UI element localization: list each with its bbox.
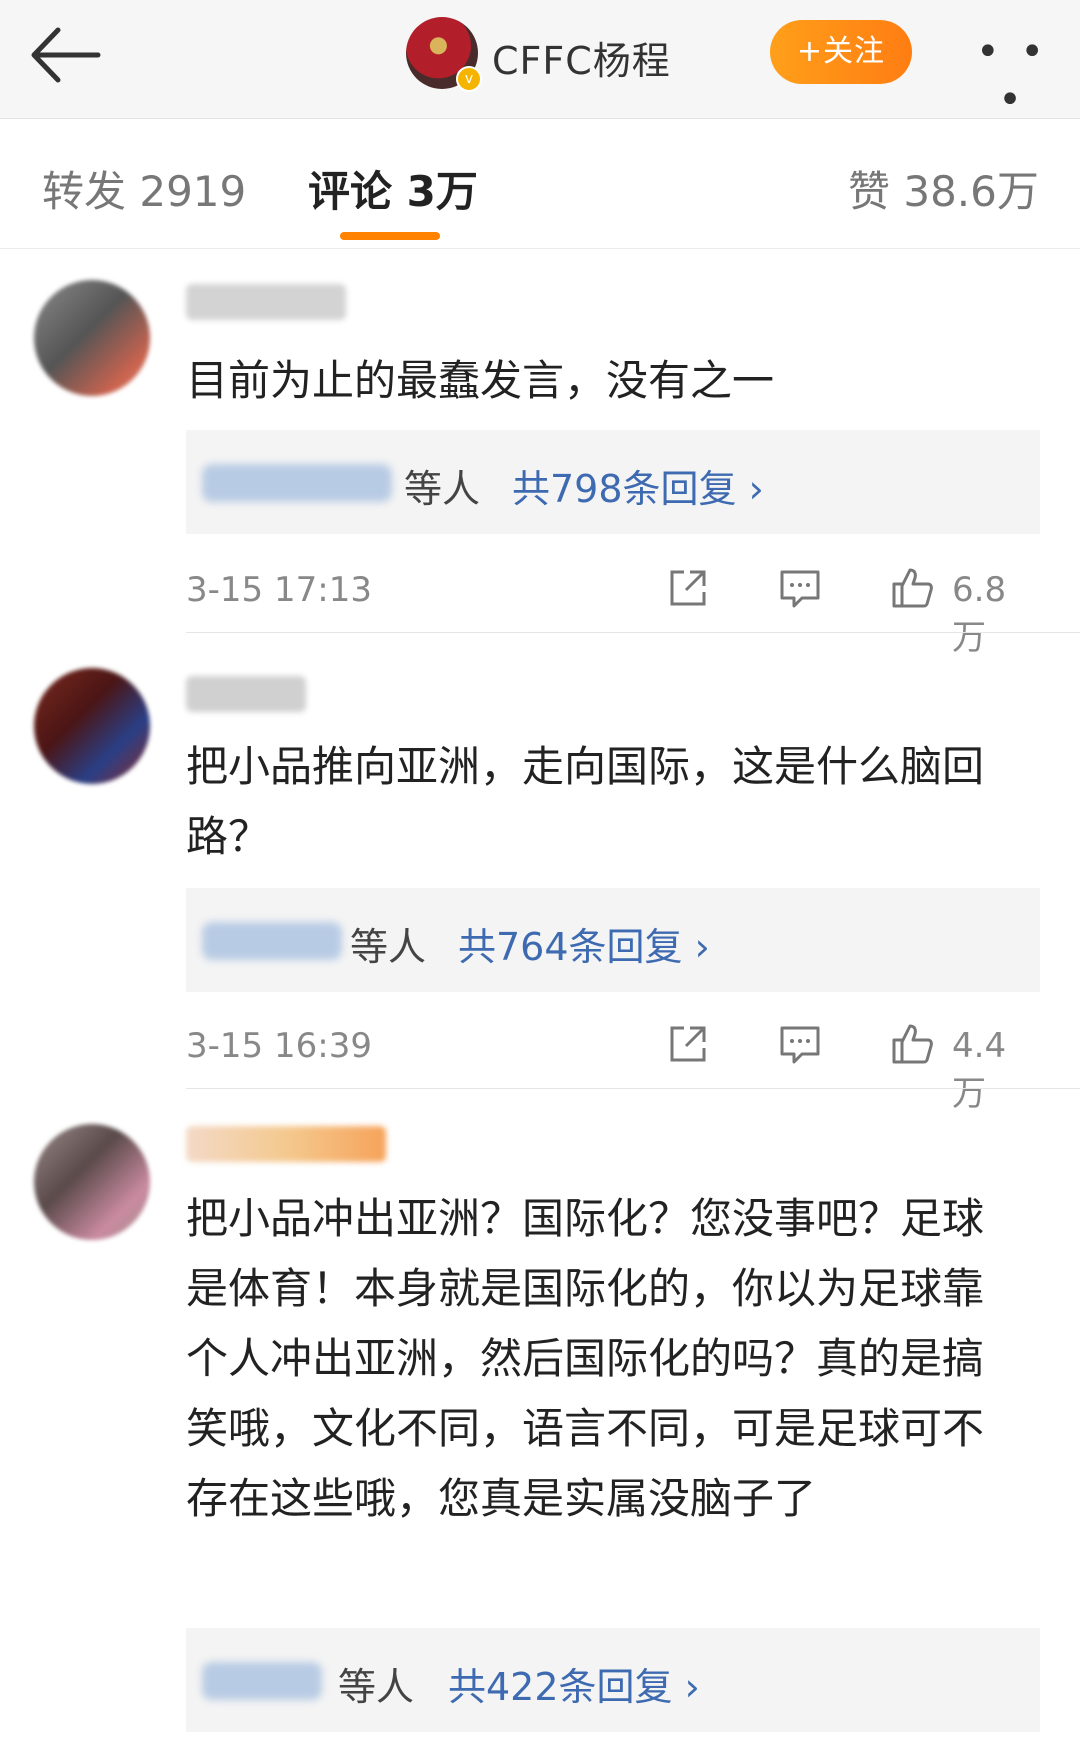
- comment-time: 3-15 16:39: [186, 1026, 372, 1066]
- commenter-name[interactable]: [186, 1126, 386, 1162]
- like-count: 6.8万: [952, 570, 1007, 658]
- reply-count-link[interactable]: 共798条回复 ›: [512, 458, 764, 513]
- tab-bar: 转发 2919 评论 3万 赞 38.6万: [0, 118, 1080, 249]
- comment-divider: [186, 1088, 1080, 1089]
- reply-summary[interactable]: 等人 共798条回复 ›: [186, 430, 1040, 534]
- reply-user-names: [202, 922, 342, 960]
- tab-repost[interactable]: 转发 2919: [42, 158, 246, 219]
- reply-suffix: 等人: [404, 467, 481, 511]
- comment-meta: 3-15 17:13 6.8万: [186, 560, 1040, 658]
- tab-likes[interactable]: 赞 38.6万: [848, 158, 1039, 219]
- commenter-name[interactable]: [186, 284, 346, 320]
- comment-meta: 3-15 16:39 4.4万: [186, 1016, 1040, 1114]
- comment-time: 3-15 17:13: [186, 570, 372, 610]
- comment-icon[interactable]: [776, 1020, 824, 1068]
- active-tab-indicator: [340, 232, 440, 240]
- comment-icon[interactable]: [776, 564, 824, 612]
- comment-text: 目前为止的最蠢发言，没有之一: [186, 356, 775, 405]
- share-icon[interactable]: [664, 1020, 712, 1068]
- tab-comments[interactable]: 评论 3万: [308, 158, 478, 219]
- share-icon[interactable]: [664, 564, 712, 612]
- comment-text: 把小品推向亚洲，走向国际，这是什么脑回路？: [186, 742, 985, 861]
- top-bar: v CFFC杨程 +关注 • • •: [0, 0, 1080, 123]
- reply-suffix: 等人: [350, 925, 427, 969]
- reply-count-link[interactable]: 共422条回复 ›: [448, 1656, 700, 1711]
- reply-suffix: 等人: [338, 1665, 415, 1709]
- commenter-avatar[interactable]: [34, 1124, 150, 1240]
- reply-summary[interactable]: 等人 共422条回复 ›: [186, 1628, 1040, 1732]
- reply-user-names: [202, 1662, 322, 1700]
- verified-badge-icon: v: [456, 66, 482, 92]
- account-name[interactable]: CFFC杨程: [492, 30, 671, 85]
- like-count: 4.4万: [952, 1026, 1007, 1114]
- commenter-avatar[interactable]: [34, 280, 150, 396]
- more-options-icon[interactable]: • • •: [972, 28, 1052, 123]
- reply-user-names: [202, 464, 392, 502]
- commenter-avatar[interactable]: [34, 668, 150, 784]
- back-arrow-icon[interactable]: [28, 24, 108, 86]
- commenter-name[interactable]: [186, 676, 306, 712]
- follow-button[interactable]: +关注: [770, 20, 912, 84]
- reply-count-link[interactable]: 共764条回复 ›: [458, 916, 710, 971]
- like-thumb-icon[interactable]: [888, 1020, 936, 1068]
- comment-text: 把小品冲出亚洲？国际化？您没事吧？足球是体育！本身就是国际化的，你以为足球靠个人…: [186, 1194, 985, 1523]
- comment-divider: [186, 632, 1080, 633]
- like-thumb-icon[interactable]: [888, 564, 936, 612]
- reply-summary[interactable]: 等人 共764条回复 ›: [186, 888, 1040, 992]
